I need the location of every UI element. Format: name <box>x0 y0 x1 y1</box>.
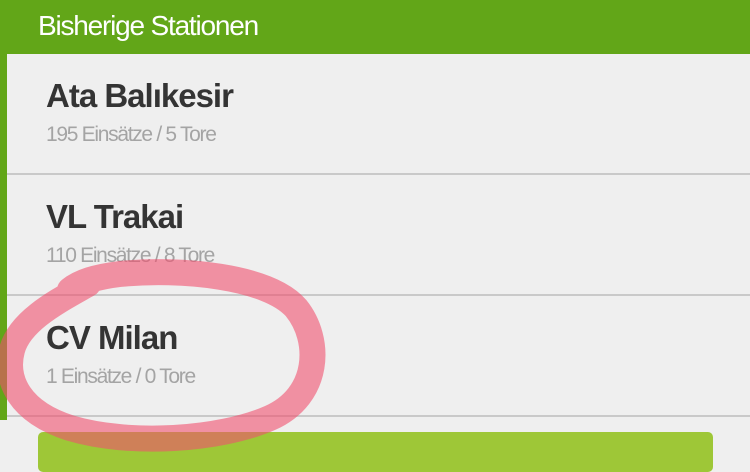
list-item[interactable]: Ata Balıkesir 195 Einsätze / 5 Tore <box>7 54 750 175</box>
left-accent-bar <box>0 54 7 420</box>
station-stats: 1 Einsätze / 0 Tore <box>46 365 196 388</box>
station-name: VL Trakai <box>46 198 184 235</box>
list-item[interactable]: CV Milan 1 Einsätze / 0 Tore <box>7 296 750 417</box>
station-name: CV Milan <box>46 319 178 356</box>
stations-list: Ata Balıkesir 195 Einsätze / 5 Tore VL T… <box>7 54 750 417</box>
station-stats: 195 Einsätze / 5 Tore <box>46 123 217 146</box>
section-title: Bisherige Stationen <box>38 9 259 41</box>
list-item[interactable]: VL Trakai 110 Einsätze / 8 Tore <box>7 175 750 296</box>
station-name: Ata Balıkesir <box>46 77 234 114</box>
bottom-action-button[interactable] <box>38 432 713 472</box>
station-stats: 110 Einsätze / 8 Tore <box>46 244 215 267</box>
section-header: Bisherige Stationen <box>0 0 750 54</box>
